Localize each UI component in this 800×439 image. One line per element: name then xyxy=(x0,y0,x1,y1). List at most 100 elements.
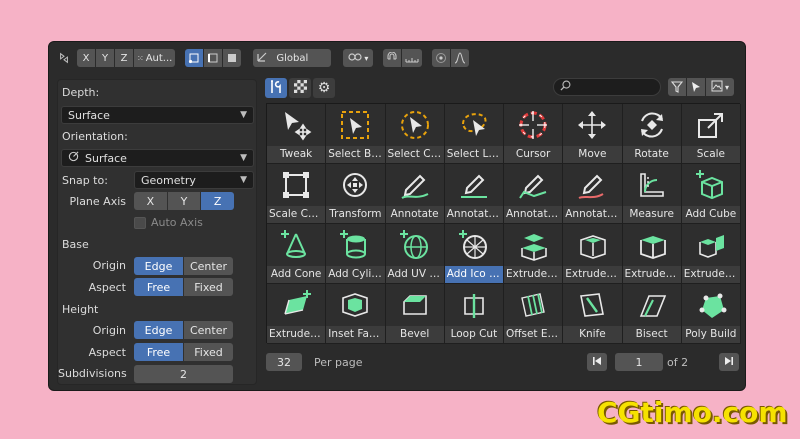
per-page-field[interactable]: 32 xyxy=(266,353,302,371)
auto-button[interactable]: ⁙ Aut... xyxy=(134,49,176,67)
tool-label: Add UV S... xyxy=(385,266,444,283)
tool-button-add-ico-sphere[interactable]: Add Ico S... xyxy=(444,224,504,284)
tool-button-select-lasso[interactable]: Select Las... xyxy=(444,104,504,164)
magnet-icon[interactable] xyxy=(383,49,402,67)
page-total-label: of 2 xyxy=(667,355,689,369)
orientation-dropdown[interactable]: Surface ▼ xyxy=(61,149,254,167)
height-origin-label: Origin xyxy=(92,324,126,337)
tool-button-move[interactable]: Move xyxy=(563,104,623,164)
tool-button-bisect[interactable]: Bisect xyxy=(622,284,682,344)
select-box-icon xyxy=(326,104,384,146)
face-select-icon[interactable] xyxy=(223,49,242,67)
settings-tab[interactable]: ⚙ xyxy=(313,78,335,98)
tool-label: Knife xyxy=(563,326,622,343)
tool-button-cursor[interactable]: Cursor xyxy=(504,104,564,164)
tool-button-extrude-manifold[interactable]: Extrude M... xyxy=(563,224,623,284)
tool-grid: TweakSelect BoxSelect Cir...Select Las..… xyxy=(266,103,741,344)
plane-axis-label: Plane Axis xyxy=(69,195,127,208)
plane-axis-y[interactable]: Y xyxy=(167,192,201,210)
pointer-icon[interactable] xyxy=(687,78,705,96)
tools-tab[interactable] xyxy=(265,78,287,98)
tool-button-inset-faces[interactable]: Inset Faces xyxy=(326,284,386,344)
tool-button-offset-edge[interactable]: Offset Edg... xyxy=(504,284,564,344)
tool-button-extrude-region[interactable]: Extrude R... xyxy=(504,224,564,284)
tool-button-poly-build[interactable]: Poly Build xyxy=(681,284,741,344)
last-page-button[interactable] xyxy=(719,353,739,371)
knife-icon xyxy=(563,284,621,326)
height-aspect-free[interactable]: Free xyxy=(134,343,183,361)
tool-button-extrude-to-cursor[interactable]: Extrude t... xyxy=(267,284,327,344)
base-aspect-free[interactable]: Free xyxy=(134,278,183,296)
tool-label: Add Cylin... xyxy=(326,266,385,283)
base-origin-center[interactable]: Center xyxy=(184,257,233,275)
tool-label: Extrude t... xyxy=(267,326,326,343)
tool-button-add-cone[interactable]: Add Cone xyxy=(267,224,327,284)
extrude-along-normals-icon xyxy=(623,224,681,266)
tool-button-extrude-individual[interactable]: Extrude I... xyxy=(681,224,741,284)
height-origin-edge[interactable]: Edge xyxy=(134,321,183,339)
axis-y-button[interactable]: Y xyxy=(96,49,114,67)
height-aspect-fixed[interactable]: Fixed xyxy=(184,343,233,361)
tool-button-select-circle[interactable]: Select Cir... xyxy=(385,104,445,164)
tool-button-add-cylinder[interactable]: Add Cylin... xyxy=(326,224,386,284)
page-number-field[interactable]: 1 xyxy=(615,353,663,371)
plane-axis-toggle: X Y Z xyxy=(134,192,235,210)
tool-button-bevel[interactable]: Bevel xyxy=(385,284,445,344)
rotate-icon xyxy=(623,104,681,146)
auto-axis-checkbox[interactable]: Auto Axis xyxy=(134,216,203,229)
base-origin-label: Origin xyxy=(92,259,126,272)
move-icon xyxy=(563,104,621,146)
checker-tab[interactable] xyxy=(289,78,311,98)
tool-label: Bevel xyxy=(385,326,444,343)
tool-button-extrude-along-normals[interactable]: Extrude Al... xyxy=(622,224,682,284)
tool-button-scale[interactable]: Scale xyxy=(681,104,741,164)
plane-axis-x[interactable]: X xyxy=(134,192,167,210)
tool-label: Add Cube xyxy=(681,206,740,223)
image-view-dropdown[interactable]: ▾ xyxy=(706,78,734,96)
tool-label: Loop Cut xyxy=(444,326,503,343)
tool-label: Bisect xyxy=(622,326,681,343)
tool-button-knife[interactable]: Knife xyxy=(563,284,623,344)
auto-label: Aut... xyxy=(145,52,173,64)
select-lasso-icon xyxy=(445,104,503,146)
tool-button-add-cube[interactable]: Add Cube xyxy=(681,164,741,224)
tool-button-loop-cut[interactable]: Loop Cut xyxy=(444,284,504,344)
first-page-button[interactable] xyxy=(587,353,607,371)
edge-select-icon[interactable] xyxy=(204,49,223,67)
axis-z-button[interactable]: Z xyxy=(115,49,133,67)
tool-button-annotate-polygon[interactable]: Annotate ... xyxy=(504,164,564,224)
pivot-icon xyxy=(348,51,362,66)
depth-value: Surface xyxy=(68,108,110,122)
tool-button-select-box[interactable]: Select Box xyxy=(326,104,386,164)
tool-label: Add Cone xyxy=(267,266,326,283)
select-mode-group xyxy=(185,49,242,67)
pivot-point-dropdown[interactable]: ▾ xyxy=(343,49,374,67)
tool-button-add-uv-sphere[interactable]: Add UV S... xyxy=(385,224,445,284)
filter-icon[interactable] xyxy=(668,78,686,96)
tool-button-annotate[interactable]: Annotate xyxy=(385,164,445,224)
tool-button-annotate-line[interactable]: Annotate ... xyxy=(444,164,504,224)
tool-button-transform[interactable]: Transform xyxy=(326,164,386,224)
tool-button-scale-cage[interactable]: Scale Ca... xyxy=(267,164,327,224)
falloff-curve-icon[interactable] xyxy=(451,49,470,67)
vertex-select-icon[interactable] xyxy=(185,49,204,67)
snap-to-dropdown[interactable]: Geometry ▼ xyxy=(134,171,254,189)
tool-button-rotate[interactable]: Rotate xyxy=(622,104,682,164)
subdivisions-field[interactable]: 2 xyxy=(134,365,233,383)
scale-cage-icon xyxy=(267,164,325,206)
plane-axis-z[interactable]: Z xyxy=(201,192,235,210)
transform-orientation-dropdown[interactable]: Global xyxy=(253,49,332,67)
base-origin-edge[interactable]: Edge xyxy=(134,257,183,275)
proportional-edit-icon[interactable] xyxy=(432,49,451,67)
tool-button-tweak[interactable]: Tweak xyxy=(267,104,327,164)
tool-button-measure[interactable]: Measure xyxy=(622,164,682,224)
base-aspect-fixed[interactable]: Fixed xyxy=(184,278,233,296)
mirror-icon[interactable] xyxy=(55,49,73,67)
snap-increment-icon[interactable] xyxy=(402,49,423,67)
depth-dropdown[interactable]: Surface ▼ xyxy=(61,106,254,124)
add-cube-icon xyxy=(682,164,740,206)
search-input[interactable] xyxy=(553,78,661,96)
axis-x-button[interactable]: X xyxy=(77,49,95,67)
height-origin-center[interactable]: Center xyxy=(184,321,233,339)
tool-button-annotate-eraser[interactable]: Annotate ... xyxy=(563,164,623,224)
